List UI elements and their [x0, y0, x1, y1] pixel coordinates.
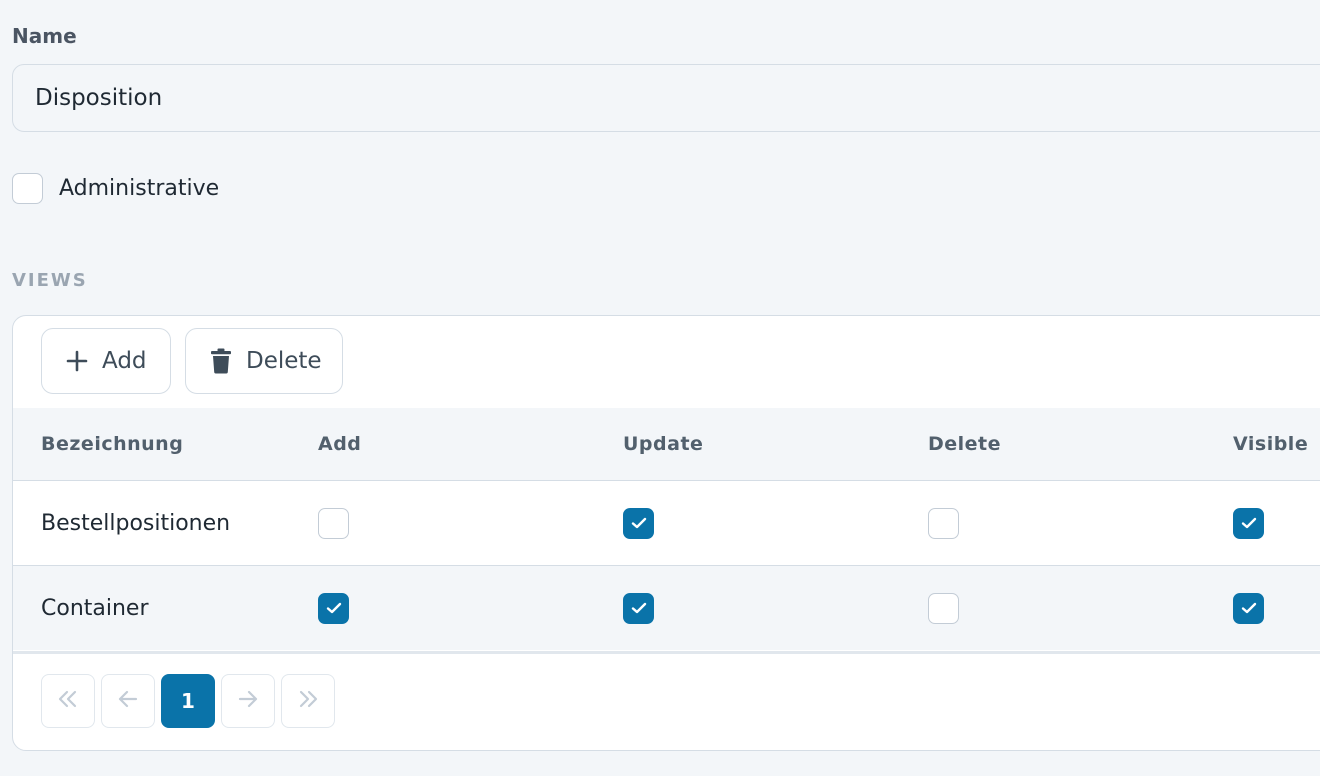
views-card: Add Delete Bezeichnung Add Update Delete…	[12, 315, 1320, 751]
next-page-button[interactable]	[221, 674, 275, 728]
double-chevron-left-icon	[56, 689, 80, 714]
add-permission-checkbox[interactable]	[318, 507, 349, 539]
update-permission-checkbox[interactable]	[623, 592, 654, 624]
pager-divider	[13, 651, 1320, 654]
delete-view-button[interactable]: Delete	[185, 328, 343, 394]
name-input[interactable]	[12, 64, 1320, 132]
checkmark-icon	[325, 601, 343, 615]
column-header-bezeichnung[interactable]: Bezeichnung	[13, 408, 318, 481]
pagination: 1	[41, 674, 335, 728]
delete-permission-cell	[928, 565, 1233, 650]
plus-icon	[66, 350, 88, 372]
table-row[interactable]: Bestellpositionen	[13, 480, 1320, 566]
views-heading: VIEWS	[12, 270, 88, 291]
arrow-left-icon	[117, 689, 139, 714]
add-permission-cell	[318, 480, 623, 566]
previous-page-button[interactable]	[101, 674, 155, 728]
visible-permission-cell	[1233, 480, 1320, 566]
update-permission-cell	[623, 565, 928, 650]
arrow-right-icon	[237, 689, 259, 714]
checkmark-icon	[1240, 601, 1258, 615]
checkmark-icon	[1240, 516, 1258, 530]
administrative-checkbox[interactable]	[12, 172, 43, 204]
add-permission-checkbox[interactable]	[318, 592, 349, 624]
delete-permission-cell	[928, 480, 1233, 566]
column-header-visible[interactable]: Visible	[1233, 408, 1320, 481]
add-permission-cell	[318, 565, 623, 650]
visible-permission-checkbox[interactable]	[1233, 507, 1264, 539]
first-page-button[interactable]	[41, 674, 95, 728]
checkmark-icon	[630, 516, 648, 530]
administrative-checkbox-row[interactable]: Administrative	[12, 171, 219, 205]
views-table: Bezeichnung Add Update Delete Visible Be…	[13, 408, 1320, 650]
delete-permission-checkbox[interactable]	[928, 507, 959, 539]
views-toolbar: Add Delete	[41, 328, 343, 394]
table-row[interactable]: Container	[13, 565, 1320, 650]
delete-view-button-label: Delete	[246, 348, 322, 374]
table-header-row: Bezeichnung Add Update Delete Visible	[13, 408, 1320, 481]
column-header-update[interactable]: Update	[623, 408, 928, 481]
visible-permission-cell	[1233, 565, 1320, 650]
visible-permission-checkbox[interactable]	[1233, 592, 1264, 624]
trash-icon	[210, 348, 232, 374]
last-page-button[interactable]	[281, 674, 335, 728]
name-label: Name	[12, 24, 77, 48]
add-view-button[interactable]: Add	[41, 328, 171, 394]
checkmark-icon	[630, 601, 648, 615]
column-header-delete[interactable]: Delete	[928, 408, 1233, 481]
delete-permission-checkbox[interactable]	[928, 592, 959, 624]
update-permission-cell	[623, 480, 928, 566]
double-chevron-right-icon	[296, 689, 320, 714]
add-view-button-label: Add	[102, 348, 147, 374]
administrative-label: Administrative	[59, 175, 220, 201]
update-permission-checkbox[interactable]	[623, 507, 654, 539]
page-1-button[interactable]: 1	[161, 674, 215, 728]
view-name-cell: Container	[13, 565, 318, 650]
column-header-add[interactable]: Add	[318, 408, 623, 481]
view-name-cell: Bestellpositionen	[13, 480, 318, 566]
